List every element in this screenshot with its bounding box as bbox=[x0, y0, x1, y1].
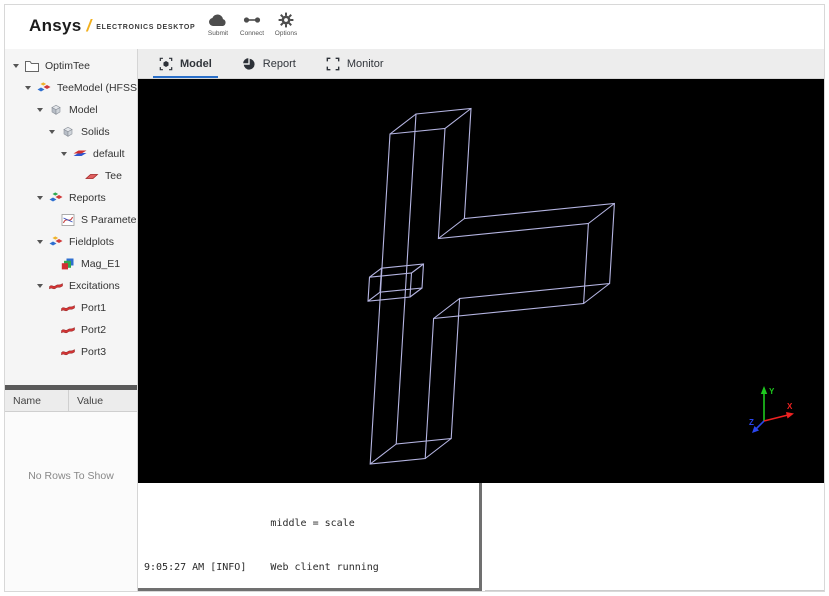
s-parameters-icon bbox=[60, 212, 76, 228]
connect-icon bbox=[235, 11, 269, 29]
ansys-logo: Ansys / ELECTRONICS DESKTOP bbox=[29, 16, 195, 36]
gear-icon bbox=[269, 11, 303, 29]
tee-wireframe bbox=[367, 107, 615, 465]
model-icon bbox=[48, 102, 64, 118]
tree-item-model[interactable]: Model bbox=[5, 99, 137, 121]
tree-item-label: Port3 bbox=[81, 346, 107, 358]
tab-model[interactable]: Model bbox=[144, 49, 227, 78]
view-tabbar: Model Report Monitor bbox=[138, 49, 824, 79]
fieldplot-icon bbox=[60, 256, 76, 272]
properties-header: Name Value bbox=[5, 390, 137, 412]
submit-button[interactable]: Submit bbox=[201, 11, 235, 37]
model-tab-icon bbox=[159, 57, 173, 71]
tree-item-label: Tee bbox=[105, 170, 122, 182]
tree-item-excitations[interactable]: Excitations bbox=[5, 275, 137, 297]
tree-item-label: Fieldplots bbox=[69, 236, 114, 248]
main-area: Model Report Monitor Y X Z middle = scal… bbox=[138, 49, 824, 591]
brand-name: Ansys bbox=[29, 16, 82, 35]
app-header: Ansys / ELECTRONICS DESKTOP Submit Conne… bbox=[5, 5, 824, 49]
tab-label: Model bbox=[180, 57, 212, 70]
electronics-desktop-app: Ansys / ELECTRONICS DESKTOP Submit Conne… bbox=[4, 4, 825, 592]
port-icon bbox=[60, 300, 76, 316]
console-log: middle = scale 9:05:27 AM [INFO] Web cli… bbox=[138, 483, 479, 591]
material-icon bbox=[72, 146, 88, 162]
tree-item-fieldplots[interactable]: Fieldplots bbox=[5, 231, 137, 253]
tree-item-label: Reports bbox=[69, 192, 106, 204]
tree-item-label: Port2 bbox=[81, 324, 107, 336]
fieldplots-icon bbox=[48, 234, 64, 250]
tree-item-label: S Parameters bbox=[81, 214, 137, 226]
properties-grid: No Rows To Show bbox=[5, 412, 137, 591]
tree-item-teemodel[interactable]: TeeModel (HFSS) bbox=[5, 77, 137, 99]
tree-item-mag-e1[interactable]: Mag_E1 bbox=[5, 253, 137, 275]
project-tree: OptimTee TeeModel (HFSS) Model Solids de… bbox=[5, 49, 137, 379]
chevron-down-icon[interactable] bbox=[49, 130, 60, 134]
axis-triad: Y X Z bbox=[749, 386, 794, 433]
report-tab-icon bbox=[242, 57, 256, 71]
port-icon bbox=[60, 344, 76, 360]
chevron-down-icon[interactable] bbox=[37, 108, 48, 112]
connect-button[interactable]: Connect bbox=[235, 11, 269, 37]
axis-label-z: Z bbox=[749, 418, 754, 427]
tree-item-optimtee[interactable]: OptimTee bbox=[5, 55, 137, 77]
sheet-icon bbox=[84, 168, 100, 184]
chevron-down-icon[interactable] bbox=[37, 240, 48, 244]
tree-item-label: OptimTee bbox=[45, 60, 90, 72]
axis-label-x: X bbox=[787, 402, 793, 411]
properties-name-header: Name bbox=[5, 390, 69, 411]
chevron-down-icon[interactable] bbox=[37, 196, 48, 200]
axis-label-y: Y bbox=[769, 387, 775, 396]
chevron-down-icon[interactable] bbox=[13, 64, 24, 68]
tab-label: Monitor bbox=[346, 57, 384, 70]
folder-icon bbox=[24, 58, 40, 74]
tree-item-s-parameters[interactable]: S Parameters bbox=[5, 209, 137, 231]
tree-item-tee[interactable]: Tee bbox=[5, 165, 137, 187]
message-console: middle = scale 9:05:27 AM [INFO] Web cli… bbox=[138, 483, 824, 591]
console-secondary-pane bbox=[485, 483, 824, 591]
monitor-tab-icon bbox=[326, 57, 340, 71]
tree-item-label: Model bbox=[69, 104, 98, 116]
tree-item-label: Port1 bbox=[81, 302, 107, 314]
tree-item-label: default bbox=[93, 148, 125, 160]
tree-item-default[interactable]: default bbox=[5, 143, 137, 165]
console-horizontal-scrollbar[interactable] bbox=[138, 588, 479, 591]
tree-item-label: Excitations bbox=[69, 280, 120, 292]
log-line: 9:05:27 AM [INFO] Web client running bbox=[144, 561, 379, 573]
header-toolbar: Submit Connect Options bbox=[201, 11, 303, 37]
chevron-down-icon[interactable] bbox=[25, 86, 36, 90]
tree-item-reports[interactable]: Reports bbox=[5, 187, 137, 209]
port-icon bbox=[60, 322, 76, 338]
connect-label: Connect bbox=[239, 30, 265, 37]
tree-item-label: Mag_E1 bbox=[81, 258, 121, 270]
options-button[interactable]: Options bbox=[269, 11, 303, 37]
reports-icon bbox=[48, 190, 64, 206]
product-name: ELECTRONICS DESKTOP bbox=[96, 23, 196, 31]
cloud-icon bbox=[201, 11, 235, 29]
log-line: middle = scale bbox=[144, 518, 355, 530]
tab-label: Report bbox=[262, 57, 296, 70]
chevron-down-icon[interactable] bbox=[61, 152, 72, 156]
app-window: Ansys / ELECTRONICS DESKTOP Submit Conne… bbox=[0, 0, 829, 596]
project-sidebar: OptimTee TeeModel (HFSS) Model Solids de… bbox=[5, 49, 138, 591]
properties-empty-text: No Rows To Show bbox=[28, 470, 114, 482]
tree-item-solids[interactable]: Solids bbox=[5, 121, 137, 143]
tree-item-port2[interactable]: Port2 bbox=[5, 319, 137, 341]
tree-item-label: TeeModel (HFSS) bbox=[57, 82, 137, 94]
tree-item-port1[interactable]: Port1 bbox=[5, 297, 137, 319]
console-log-pane[interactable]: middle = scale 9:05:27 AM [INFO] Web cli… bbox=[138, 483, 482, 591]
tab-monitor[interactable]: Monitor bbox=[311, 49, 399, 78]
solids-icon bbox=[60, 124, 76, 140]
tree-item-label: Solids bbox=[81, 126, 110, 138]
chevron-down-icon[interactable] bbox=[37, 284, 48, 288]
properties-value-header: Value bbox=[77, 394, 104, 407]
logo-slash: / bbox=[86, 16, 92, 35]
tab-report[interactable]: Report bbox=[227, 49, 311, 78]
tree-item-port3[interactable]: Port3 bbox=[5, 341, 137, 363]
design-icon bbox=[36, 80, 52, 96]
options-label: Options bbox=[274, 30, 298, 37]
submit-label: Submit bbox=[207, 30, 229, 37]
model-viewport-3d[interactable]: Y X Z bbox=[138, 79, 824, 483]
excitations-icon bbox=[48, 278, 64, 294]
